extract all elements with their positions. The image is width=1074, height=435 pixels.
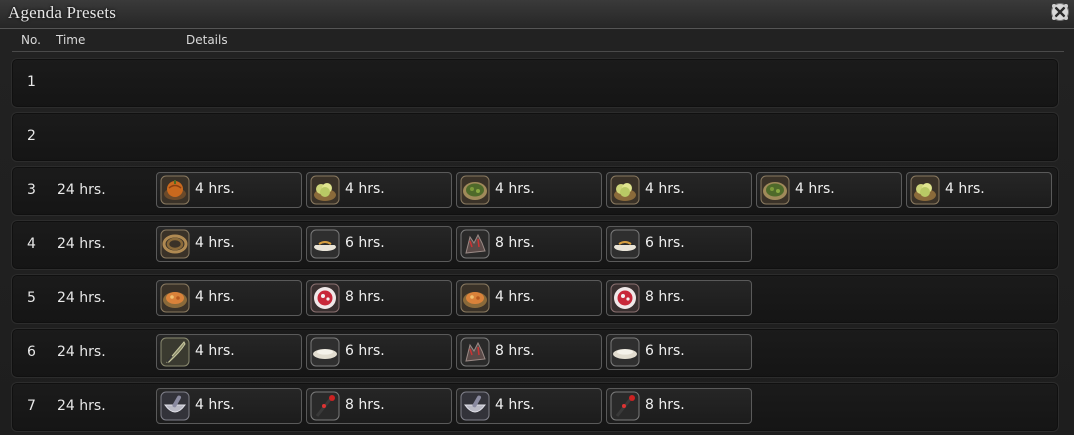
slot-duration: 4 hrs. (945, 181, 985, 197)
preset-total-time: 24 hrs. (57, 236, 106, 252)
dragon-gauntlet-icon (460, 337, 490, 367)
slot-duration: 4 hrs. (645, 181, 685, 197)
agenda-slot[interactable]: 4 hrs. (156, 388, 302, 424)
stew-bowl-icon (160, 283, 190, 313)
preset-total-time: 24 hrs. (57, 290, 106, 306)
sushi-icon (610, 229, 640, 259)
agenda-slot[interactable]: 6 hrs. (606, 226, 752, 262)
agenda-slot[interactable]: 8 hrs. (306, 280, 452, 316)
header-time: Time (56, 33, 86, 47)
slot-duration: 8 hrs. (645, 397, 685, 413)
pumpkin-dish-icon (160, 175, 190, 205)
red-staff-icon (310, 391, 340, 421)
preset-number: 3 (27, 182, 36, 198)
agenda-slot[interactable]: 4 hrs. (906, 172, 1052, 208)
preset-total-time: 24 hrs. (57, 398, 106, 414)
slot-duration: 4 hrs. (495, 289, 535, 305)
red-plate-icon (610, 283, 640, 313)
slot-duration: 8 hrs. (495, 343, 535, 359)
slot-duration: 4 hrs. (345, 181, 385, 197)
preset-row[interactable]: 1 (11, 58, 1059, 108)
agenda-slot[interactable]: 4 hrs. (456, 280, 602, 316)
slot-duration: 4 hrs. (195, 181, 235, 197)
mortar-pestle-icon (460, 391, 490, 421)
rope-coil-icon (160, 229, 190, 259)
preset-total-time: 24 hrs. (57, 182, 106, 198)
slot-duration: 6 hrs. (345, 343, 385, 359)
white-dish-icon (310, 337, 340, 367)
agenda-slot[interactable]: 6 hrs. (306, 226, 452, 262)
agenda-slot[interactable]: 4 hrs. (156, 334, 302, 370)
preset-number: 1 (27, 74, 36, 90)
preset-row[interactable]: 2 (11, 112, 1059, 162)
slot-duration: 6 hrs. (645, 235, 685, 251)
agenda-slot[interactable]: 8 hrs. (606, 388, 752, 424)
dragon-gauntlet-icon (460, 229, 490, 259)
agenda-slot[interactable]: 4 hrs. (456, 388, 602, 424)
slot-duration: 4 hrs. (195, 289, 235, 305)
preset-row[interactable]: 7 24 hrs. 4 hrs. 8 hrs. 4 hrs. 8 hrs. (11, 382, 1059, 432)
slot-duration: 4 hrs. (495, 181, 535, 197)
salad-dish-icon (610, 175, 640, 205)
slot-duration: 4 hrs. (195, 397, 235, 413)
close-icon[interactable] (1050, 2, 1070, 22)
salad-dish-icon (910, 175, 940, 205)
agenda-slot[interactable]: 6 hrs. (606, 334, 752, 370)
green-soup-icon (760, 175, 790, 205)
preset-number: 4 (27, 236, 36, 252)
preset-row[interactable]: 3 24 hrs. 4 hrs. 4 hrs. 4 hrs. 4 hrs. 4 hrs. 4 … (11, 166, 1059, 216)
title-bar[interactable]: Agenda Presets (0, 0, 1074, 29)
window-title: Agenda Presets (8, 3, 117, 22)
agenda-slot[interactable]: 4 hrs. (756, 172, 902, 208)
header-no: No. (21, 33, 41, 47)
agenda-slot[interactable]: 8 hrs. (306, 388, 452, 424)
mortar-pestle-icon (160, 391, 190, 421)
red-staff-icon (610, 391, 640, 421)
agenda-slot[interactable]: 4 hrs. (456, 172, 602, 208)
agenda-presets-window: Agenda Presets No. Time Details 1 2 3 24 hr… (0, 0, 1074, 435)
slot-duration: 8 hrs. (495, 235, 535, 251)
agenda-slot[interactable]: 8 hrs. (606, 280, 752, 316)
slot-duration: 4 hrs. (795, 181, 835, 197)
slot-duration: 8 hrs. (345, 397, 385, 413)
preset-row[interactable]: 5 24 hrs. 4 hrs. 8 hrs. 4 hrs. 8 hrs. (11, 274, 1059, 324)
agenda-slot[interactable]: 4 hrs. (156, 226, 302, 262)
slot-duration: 4 hrs. (195, 235, 235, 251)
preset-row[interactable]: 4 24 hrs. 4 hrs. 6 hrs. 8 hrs. 6 hrs. (11, 220, 1059, 270)
slot-duration: 6 hrs. (345, 235, 385, 251)
slot-duration: 4 hrs. (195, 343, 235, 359)
agenda-slot[interactable]: 4 hrs. (156, 280, 302, 316)
column-header: No. Time Details (12, 31, 1064, 52)
agenda-slot[interactable]: 8 hrs. (456, 226, 602, 262)
slot-duration: 4 hrs. (495, 397, 535, 413)
feather-pen-icon (160, 337, 190, 367)
preset-total-time: 24 hrs. (57, 344, 106, 360)
preset-row[interactable]: 6 24 hrs. 4 hrs. 6 hrs. 8 hrs. 6 hrs. (11, 328, 1059, 378)
preset-number: 5 (27, 290, 36, 306)
slot-duration: 6 hrs. (645, 343, 685, 359)
preset-number: 6 (27, 344, 36, 360)
sushi-icon (310, 229, 340, 259)
red-plate-icon (310, 283, 340, 313)
salad-dish-icon (310, 175, 340, 205)
agenda-slot[interactable]: 4 hrs. (156, 172, 302, 208)
white-dish-icon (610, 337, 640, 367)
preset-number: 2 (27, 128, 36, 144)
slot-duration: 8 hrs. (345, 289, 385, 305)
green-soup-icon (460, 175, 490, 205)
stew-bowl-icon (460, 283, 490, 313)
agenda-slot[interactable]: 4 hrs. (306, 172, 452, 208)
agenda-slot[interactable]: 4 hrs. (606, 172, 752, 208)
agenda-slot[interactable]: 6 hrs. (306, 334, 452, 370)
agenda-slot[interactable]: 8 hrs. (456, 334, 602, 370)
slot-duration: 8 hrs. (645, 289, 685, 305)
preset-number: 7 (27, 398, 36, 414)
header-details: Details (186, 33, 228, 47)
